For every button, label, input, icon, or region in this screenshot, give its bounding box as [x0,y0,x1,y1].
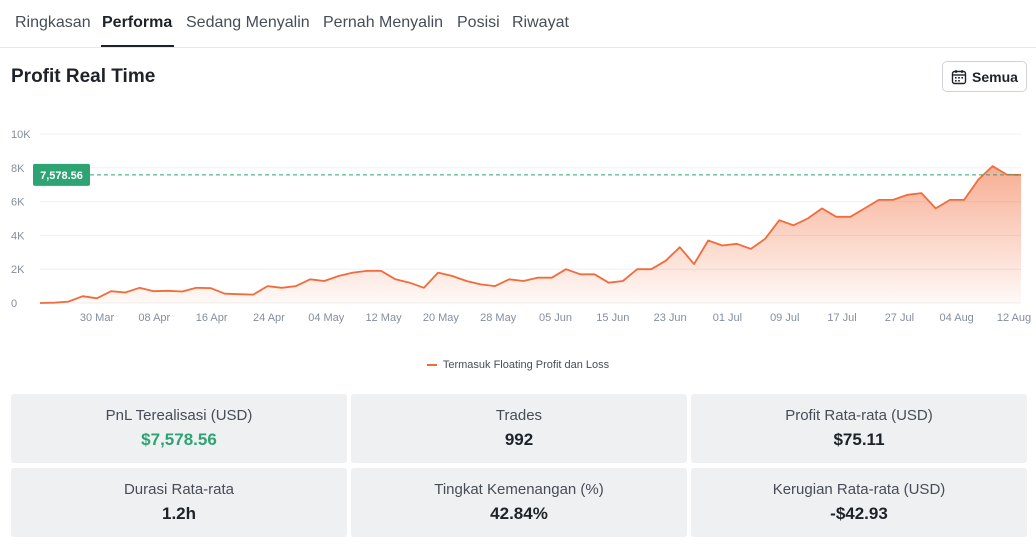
current-value-label: 7,578.56 [40,170,83,182]
x-tick-label: 15 Jun [596,312,629,324]
legend-swatch [426,364,437,366]
tab-posisi[interactable]: Posisi [457,14,500,32]
tab-pernah-menyalin[interactable]: Pernah Menyalin [323,14,443,32]
x-tick-label: 09 Jul [770,312,799,324]
active-tab-indicator [101,45,174,47]
tab-ringkasan[interactable]: Ringkasan [15,14,91,32]
stat-avg-duration: Durasi Rata-rata 1.2h [11,468,347,537]
tab-performa[interactable]: Performa [102,14,172,32]
y-tick-label: 0 [11,298,17,310]
stat-label: Durasi Rata-rata [123,481,235,498]
x-tick-label: 04 May [308,312,345,324]
calendar-icon [951,69,967,85]
x-tick-label: 01 Jul [713,312,742,324]
x-tick-label: 28 May [480,312,517,324]
stat-avg-loss: Kerugian Rata-rata (USD) -$42.93 [691,468,1027,537]
y-tick-label: 10K [11,129,31,141]
stat-value: $75.11 [833,430,885,449]
y-tick-label: 8K [11,163,25,175]
x-tick-label: 16 Apr [196,312,228,324]
x-tick-label: 30 Mar [80,312,115,324]
tab-sedang-menyalin[interactable]: Sedang Menyalin [186,14,310,32]
x-tick-label: 08 Apr [138,312,170,324]
stat-label: Tingkat Kemenangan (%) [434,481,604,498]
x-tick-label: 23 Jun [654,312,687,324]
stat-label: Profit Rata-rata (USD) [785,407,933,424]
x-tick-label: 12 May [366,312,403,324]
date-range-button[interactable]: Semua [942,61,1027,92]
stat-label: Kerugian Rata-rata (USD) [772,481,946,498]
stat-value: -$42.93 [830,504,888,523]
stat-realized-pnl: PnL Terealisasi (USD) $7,578.56 [11,394,347,463]
legend-label: Termasuk Floating Profit dan Loss [442,359,610,371]
stat-trades: Trades 992 [351,394,687,463]
x-tick-label: 12 Aug [997,312,1031,324]
y-tick-label: 2K [11,264,25,276]
x-tick-label: 20 May [423,312,460,324]
y-tick-label: 6K [11,197,25,209]
chart-legend: Termasuk Floating Profit dan Loss [0,359,1036,371]
date-range-label: Semua [972,68,1018,85]
stat-label: Trades [495,407,543,424]
stat-value: 42.84% [490,504,548,523]
stat-value: 992 [504,430,534,449]
stat-value: $7,578.56 [141,430,217,449]
stat-avg-profit: Profit Rata-rata (USD) $75.11 [691,394,1027,463]
stat-label: PnL Terealisasi (USD) [105,407,253,424]
tab-bar: Ringkasan Performa Sedang Menyalin Perna… [0,0,1036,48]
section-title: Profit Real Time [11,66,156,87]
stat-value: 1.2h [161,504,197,523]
x-tick-label: 24 Apr [253,312,285,324]
x-tick-label: 05 Jun [539,312,572,324]
profit-chart[interactable]: 10K 8K 6K 4K 2K 0 30 Mar 08 Apr 16 Apr 24 Apr 04 M… [0,118,1036,328]
stats-grid: PnL Terealisasi (USD) $7,578.56 Trades 9… [11,394,1027,537]
series-area-fill [40,166,1021,303]
tab-riwayat[interactable]: Riwayat [512,14,569,32]
y-tick-label: 4K [11,230,25,242]
x-tick-label: 17 Jul [827,312,856,324]
x-tick-label: 27 Jul [885,312,914,324]
stat-win-rate: Tingkat Kemenangan (%) 42.84% [351,468,687,537]
x-tick-label: 04 Aug [940,312,974,324]
